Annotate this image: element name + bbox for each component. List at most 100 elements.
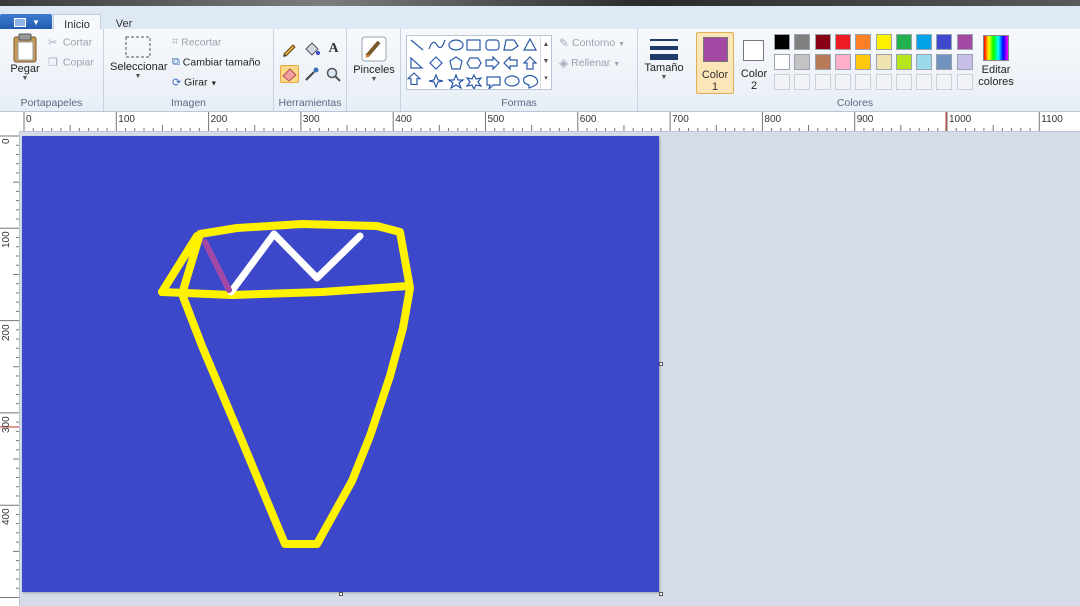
palette-swatch[interactable] — [936, 34, 953, 50]
color1-label: Color — [701, 69, 729, 81]
file-menu-icon — [14, 18, 26, 27]
drawing-strokes — [158, 220, 414, 548]
edit-colors-label-2: colores — [978, 76, 1014, 88]
palette-swatch[interactable] — [774, 34, 790, 50]
cut-button[interactable]: ✂ Cortar — [48, 36, 92, 49]
palette-swatch[interactable] — [936, 54, 953, 70]
resize-handle-bottom[interactable] — [339, 592, 343, 596]
ruler-label: 800 — [764, 114, 782, 125]
palette-swatch-empty[interactable] — [794, 74, 811, 90]
edit-colors-label-1: Editar — [981, 64, 1011, 76]
palette-swatch-empty[interactable] — [956, 74, 973, 90]
group-shapes: ▲ ▼ ▾ ✎ Contorno ▼ ◈ Rellenar ▼ Formas — [401, 29, 638, 111]
white-zigzag-stroke — [227, 230, 364, 296]
palette-swatch-empty[interactable] — [895, 74, 912, 90]
select-button[interactable]: Seleccionar ▼ — [110, 35, 167, 80]
magnifier-tool[interactable] — [324, 65, 343, 83]
resize-handle-right[interactable] — [659, 362, 663, 366]
color-picker-tool[interactable] — [302, 65, 321, 83]
color-palette — [774, 34, 978, 94]
palette-swatch[interactable] — [895, 54, 912, 70]
size-button[interactable]: Tamaño ▼ — [640, 36, 688, 81]
fill-tool[interactable] — [302, 40, 321, 58]
palette-swatch-empty[interactable] — [834, 74, 851, 90]
group-label-clipboard: Portapapeles — [20, 97, 83, 109]
palette-swatch-empty[interactable] — [936, 74, 953, 90]
rotate-button[interactable]: ⟳ Girar ▼ — [172, 76, 217, 89]
shapes-gallery-icons — [406, 37, 539, 91]
group-label-colors: Colores — [836, 97, 874, 109]
palette-swatch[interactable] — [814, 34, 831, 50]
vertical-ruler-ticks — [0, 135, 19, 598]
ribbon: Pegar ▼ ✂ Cortar ❐ Copiar Portapapeles S… — [0, 29, 1080, 112]
ruler-label: 300 — [1, 416, 12, 433]
shapes-scroll[interactable]: ▲ ▼ ▾ — [540, 36, 551, 89]
magnifier-icon — [326, 67, 341, 82]
eraser-icon — [282, 68, 297, 82]
text-tool[interactable]: A — [324, 40, 343, 58]
palette-swatch[interactable] — [814, 54, 831, 70]
palette-swatch[interactable] — [875, 54, 892, 70]
purple-line-stroke — [202, 239, 232, 293]
resize-handle-corner[interactable] — [659, 592, 663, 596]
edit-colors-button[interactable]: Editar colores — [976, 35, 1016, 88]
palette-swatch-empty[interactable] — [774, 74, 790, 90]
color2-button[interactable]: Color 2 — [737, 32, 771, 94]
rainbow-icon — [983, 35, 1009, 61]
ruler-label: 400 — [395, 114, 412, 125]
eraser-tool[interactable] — [280, 65, 299, 83]
palette-swatch[interactable] — [774, 54, 790, 70]
palette-swatch-empty[interactable] — [855, 74, 872, 90]
brushes-button[interactable]: Pinceles ▼ — [352, 34, 396, 83]
resize-label: Cambiar tamaño — [182, 56, 261, 69]
fill-label: Rellenar — [571, 56, 611, 69]
ruler-label: 200 — [210, 114, 228, 125]
rotate-label: Girar — [184, 76, 208, 89]
paste-button[interactable]: Pegar ▼ — [6, 33, 44, 82]
palette-swatch[interactable] — [956, 54, 973, 70]
resize-button[interactable]: ⧉ Cambiar tamaño — [172, 56, 260, 69]
ribbon-tab-bar: ▼ Inicio Ver — [0, 6, 1080, 35]
brushes-label: Pinceles — [353, 64, 395, 76]
size-label: Tamaño — [644, 62, 684, 74]
brush-icon — [361, 36, 387, 62]
palette-swatch[interactable] — [855, 34, 872, 50]
crop-label: Recortar — [181, 36, 222, 49]
palette-swatch[interactable] — [895, 34, 912, 50]
ruler-label: 0 — [1, 138, 12, 144]
palette-swatch[interactable] — [794, 34, 811, 50]
fill-icon: ◈ — [559, 56, 569, 70]
palette-swatch[interactable] — [875, 34, 892, 50]
copy-button[interactable]: ❐ Copiar — [48, 56, 94, 69]
chevron-down-icon: ▼ — [660, 74, 668, 81]
outline-button[interactable]: ✎ Contorno ▼ — [559, 36, 625, 50]
fill-button[interactable]: ◈ Rellenar ▼ — [559, 56, 620, 70]
ruler-label: 400 — [1, 508, 12, 526]
crop-button[interactable]: ⌗ Recortar — [172, 36, 221, 49]
color2-number: 2 — [750, 80, 758, 92]
palette-swatch-empty[interactable] — [814, 74, 831, 90]
pencil-icon — [283, 44, 296, 57]
copy-icon: ❐ — [48, 57, 58, 69]
palette-swatch[interactable] — [916, 54, 933, 70]
group-label-image: Imagen — [170, 97, 207, 109]
palette-swatch[interactable] — [794, 54, 811, 70]
line-size-icon — [650, 39, 678, 60]
color2-label: Color — [740, 68, 768, 80]
color1-button[interactable]: Color 1 — [696, 32, 734, 94]
palette-swatch-empty[interactable] — [875, 74, 892, 90]
palette-swatch[interactable] — [834, 34, 851, 50]
drawing-canvas[interactable] — [22, 136, 659, 592]
pencil-tool[interactable] — [280, 40, 299, 58]
ruler-label: 200 — [1, 323, 12, 341]
palette-swatch[interactable] — [855, 54, 872, 70]
chevron-down-icon: ▼ — [370, 76, 378, 83]
palette-swatch[interactable] — [916, 34, 933, 50]
chevron-down-icon: ▼ — [134, 73, 142, 80]
palette-swatch[interactable] — [956, 34, 973, 50]
palette-swatch-empty[interactable] — [916, 74, 933, 90]
group-image: Seleccionar ▼ ⌗ Recortar ⧉ Cambiar tamañ… — [104, 29, 274, 111]
palette-swatch[interactable] — [834, 54, 851, 70]
ruler-label: 700 — [672, 114, 689, 125]
yellow-diamond-girdle — [158, 282, 412, 300]
